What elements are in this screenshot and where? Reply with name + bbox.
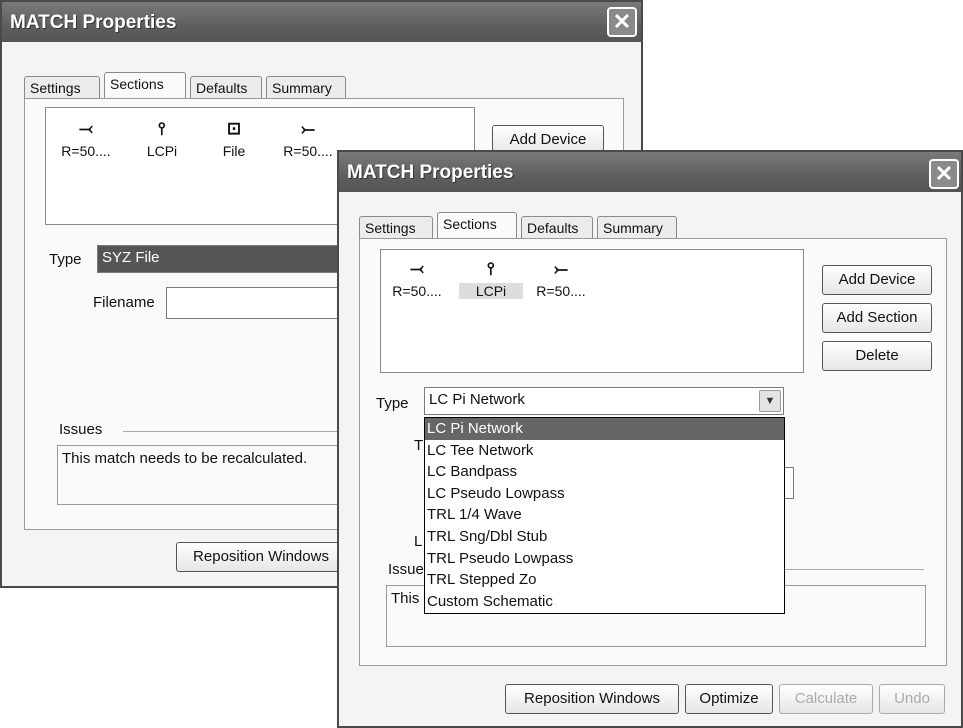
- device-label: R=50....: [392, 283, 442, 299]
- back-window-title: MATCH Properties: [10, 12, 177, 33]
- chevron-down-icon[interactable]: ▼: [759, 390, 781, 412]
- front-tab-strip: Settings Sections Defaults Summary: [359, 212, 689, 238]
- dropdown-option-trl-pseudo-lowpass[interactable]: TRL Pseudo Lowpass: [425, 548, 784, 570]
- dropdown-option-custom-schematic[interactable]: Custom Schematic: [425, 591, 784, 613]
- front-window: MATCH Properties ✕ Settings Sections Def…: [337, 150, 963, 728]
- device-label: R=50....: [283, 143, 333, 159]
- back-title-bar[interactable]: MATCH Properties ✕: [2, 2, 641, 42]
- back-reposition-windows-button[interactable]: Reposition Windows: [176, 542, 346, 572]
- device-label: LCPi: [146, 143, 178, 159]
- back-issues-box: This match needs to be recalculated.: [57, 445, 357, 505]
- back-device-r50-right[interactable]: ⤚ R=50....: [276, 118, 340, 159]
- front-calculate-button[interactable]: Calculate: [779, 684, 873, 714]
- back-tab-strip: Settings Sections Defaults Summary: [24, 72, 354, 98]
- device-label: R=50....: [536, 283, 586, 299]
- dropdown-option-lc-tee-network[interactable]: LC Tee Network: [425, 440, 784, 462]
- front-add-section-button[interactable]: Add Section: [822, 303, 932, 333]
- front-undo-button[interactable]: Undo: [879, 684, 945, 714]
- front-sections-panel: ⤙ R=50.... ⫯ LCPi ⤚ R=50.... Add Device …: [359, 238, 947, 666]
- dropdown-option-trl-sng-dbl-stub[interactable]: TRL Sng/Dbl Stub: [425, 526, 784, 548]
- front-tab-settings[interactable]: Settings: [359, 216, 433, 238]
- back-filename-label: Filename: [93, 294, 155, 311]
- front-window-title: MATCH Properties: [347, 162, 514, 183]
- front-tab-summary[interactable]: Summary: [597, 216, 677, 238]
- front-partial-label-t: T: [414, 437, 424, 454]
- front-add-device-button[interactable]: Add Device: [822, 265, 932, 295]
- front-partial-label-l: L: [414, 533, 423, 550]
- front-optimize-button[interactable]: Optimize: [685, 684, 773, 714]
- front-title-bar[interactable]: MATCH Properties ✕: [339, 152, 961, 192]
- front-tab-sections[interactable]: Sections: [437, 212, 517, 238]
- back-issues-divider: [123, 431, 363, 432]
- dropdown-option-trl-stepped-zo[interactable]: TRL Stepped Zo: [425, 569, 784, 591]
- front-reposition-windows-button[interactable]: Reposition Windows: [505, 684, 679, 714]
- front-type-value: LC Pi Network: [429, 391, 525, 408]
- back-device-r50-left[interactable]: ⤙ R=50....: [54, 118, 118, 159]
- front-type-label: Type: [376, 395, 409, 412]
- front-close-icon[interactable]: ✕: [929, 159, 959, 189]
- front-device-r50-right[interactable]: ⤚ R=50....: [529, 258, 593, 299]
- front-issues-label: Issue: [388, 561, 424, 578]
- front-tab-defaults[interactable]: Defaults: [521, 216, 593, 238]
- lc-pi-network-icon: ⫯: [487, 259, 495, 278]
- source-port-icon: ⤙: [79, 119, 93, 138]
- front-type-select[interactable]: LC Pi Network ▼: [424, 387, 784, 415]
- dropdown-option-lc-bandpass[interactable]: LC Bandpass: [425, 461, 784, 483]
- load-port-icon: ⤚: [554, 259, 568, 278]
- source-port-icon: ⤙: [410, 259, 424, 278]
- front-delete-button[interactable]: Delete: [822, 341, 932, 371]
- back-device-lcpi[interactable]: ⫯ LCPi: [130, 118, 194, 159]
- back-tab-settings[interactable]: Settings: [24, 76, 100, 98]
- front-device-list[interactable]: ⤙ R=50.... ⫯ LCPi ⤚ R=50....: [380, 249, 804, 373]
- back-issues-label: Issues: [59, 421, 103, 438]
- front-device-r50-left[interactable]: ⤙ R=50....: [385, 258, 449, 299]
- front-type-dropdown-list[interactable]: LC Pi Network LC Tee Network LC Bandpass…: [424, 417, 785, 614]
- back-close-icon[interactable]: ✕: [607, 7, 637, 37]
- file-block-icon: ⊡: [226, 119, 242, 138]
- back-tab-summary[interactable]: Summary: [266, 76, 346, 98]
- device-label: R=50....: [61, 143, 111, 159]
- back-tab-sections[interactable]: Sections: [104, 72, 186, 98]
- front-device-lcpi[interactable]: ⫯ LCPi: [459, 258, 523, 299]
- back-tab-defaults[interactable]: Defaults: [190, 76, 262, 98]
- dropdown-option-lc-pseudo-lowpass[interactable]: LC Pseudo Lowpass: [425, 483, 784, 505]
- dropdown-option-lc-pi-network[interactable]: LC Pi Network: [425, 418, 784, 440]
- load-port-icon: ⤚: [301, 119, 315, 138]
- device-label: File: [222, 143, 246, 159]
- back-type-label: Type: [49, 251, 82, 268]
- lc-pi-network-icon: ⫯: [158, 119, 166, 138]
- back-device-file[interactable]: ⊡ File: [202, 118, 266, 159]
- device-label: LCPi: [459, 283, 523, 299]
- dropdown-option-trl-quarter-wave[interactable]: TRL 1/4 Wave: [425, 504, 784, 526]
